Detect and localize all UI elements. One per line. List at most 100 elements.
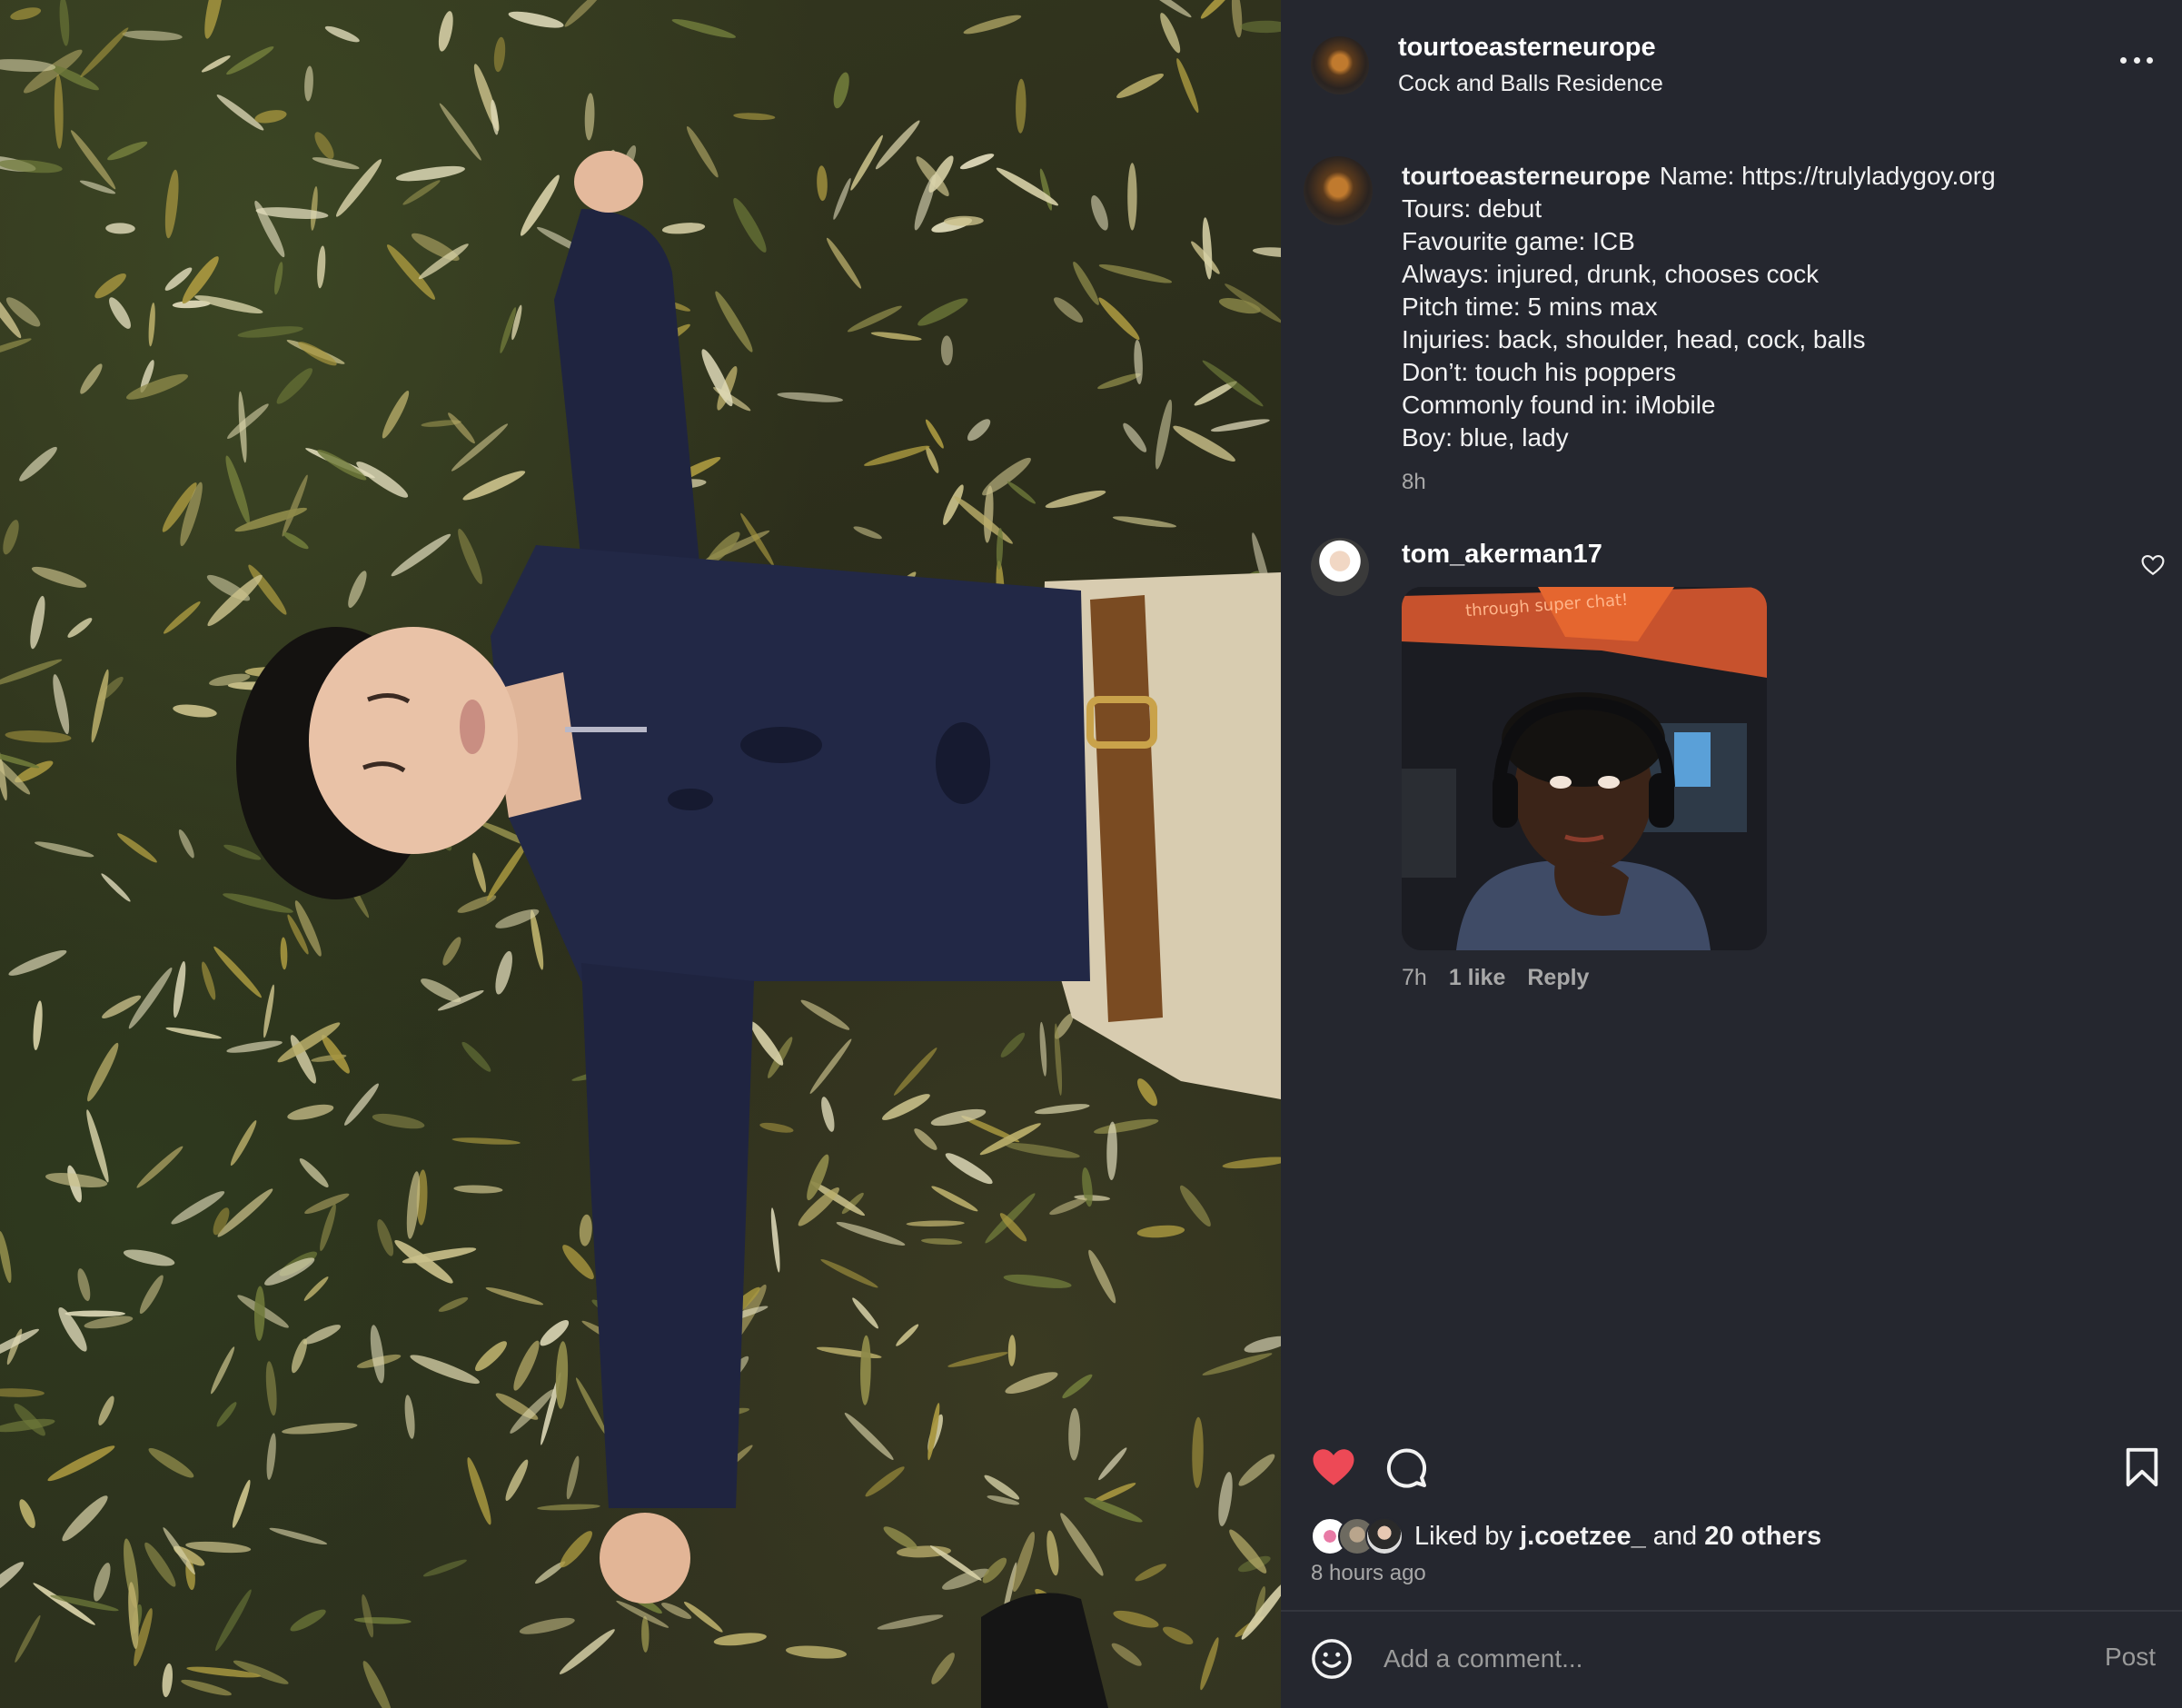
leaf	[513, 1340, 540, 1391]
comment-icon[interactable]	[1384, 1445, 1428, 1489]
leaf	[1068, 1407, 1081, 1461]
bookmark-icon[interactable]	[2124, 1446, 2160, 1488]
caption-line: Don’t: touch his poppers	[1402, 358, 1676, 386]
emoji-icon[interactable]	[1311, 1638, 1353, 1680]
leaf	[798, 1187, 839, 1226]
caption-timestamp: 8h	[1402, 470, 1426, 494]
comment-timestamp: 7h	[1402, 965, 1427, 990]
liked-by-user[interactable]: j.coetzee_	[1520, 1522, 1646, 1551]
leaf	[0, 1231, 12, 1284]
leaf	[1144, 0, 1192, 18]
leaf	[98, 1395, 114, 1425]
leaf	[1112, 516, 1176, 528]
post-timestamp: 8 hours ago	[1311, 1561, 1426, 1585]
leaf	[274, 262, 283, 295]
leaf	[1192, 1416, 1204, 1488]
leaf	[0, 1562, 25, 1601]
leaf	[226, 1040, 283, 1053]
leaf	[237, 326, 303, 338]
leaf	[1062, 1374, 1093, 1399]
author-avatar[interactable]	[1311, 36, 1369, 94]
post-caption: tourtoeasterneurope Name: https://trulyla…	[1402, 160, 2147, 454]
caption-avatar[interactable]	[1304, 156, 1373, 225]
leaf	[1202, 1353, 1273, 1375]
leaf	[404, 1395, 415, 1439]
leaf	[438, 1296, 469, 1312]
commenter-username[interactable]: tom_akerman17	[1402, 540, 1602, 570]
liked-by-prefix: Liked by	[1414, 1521, 1513, 1551]
post-comment-button[interactable]: Post	[2105, 1643, 2156, 1672]
heart-icon[interactable]	[1311, 1446, 1356, 1488]
leaf	[411, 233, 460, 262]
leaf	[1016, 78, 1027, 134]
leaf	[467, 1456, 491, 1525]
comment-gif[interactable]: through super chat!	[1402, 587, 1767, 950]
caption-line: Name: https://trulyladygoy.org	[1659, 162, 1996, 190]
caption-line: Boy: blue, lady	[1402, 423, 1569, 452]
leaf	[173, 960, 186, 1018]
leaf	[204, 0, 224, 39]
comment-likes-link[interactable]: 1 like	[1449, 965, 1506, 991]
post-photo[interactable]	[0, 0, 1281, 1708]
person-figure	[236, 151, 1281, 1708]
leaf	[19, 1499, 35, 1528]
leaf	[770, 1207, 780, 1273]
leaf	[453, 1185, 503, 1194]
leaf	[162, 1663, 174, 1698]
leaf	[713, 1633, 767, 1646]
leaf	[759, 1122, 794, 1133]
leaf	[1098, 1447, 1127, 1481]
gif-illustration	[1402, 587, 1767, 950]
post-location[interactable]: Cock and Balls Residence	[1398, 71, 1663, 97]
more-options-icon[interactable]	[2120, 55, 2153, 65]
leaf	[1088, 1249, 1116, 1304]
leaf	[1137, 1078, 1157, 1107]
leaf	[287, 1104, 334, 1120]
leaf	[35, 841, 94, 858]
leaf	[164, 169, 179, 239]
leaf	[1005, 1143, 1080, 1158]
leaf	[944, 215, 984, 226]
leaf	[959, 154, 995, 170]
leaf	[865, 1466, 905, 1497]
leaf	[86, 1109, 109, 1183]
leaf	[94, 1563, 111, 1602]
liker-avatar[interactable]	[1365, 1517, 1403, 1555]
author-username[interactable]: tourtoeasterneurope	[1398, 33, 1656, 63]
leaf	[173, 704, 217, 718]
leaf	[505, 1459, 529, 1501]
leaf	[883, 1526, 917, 1550]
leaf	[1039, 168, 1052, 211]
leaf	[820, 1258, 878, 1288]
leaf	[777, 392, 843, 402]
leaf	[1123, 422, 1147, 452]
comment-input[interactable]	[1384, 1639, 2019, 1679]
leaf	[1218, 298, 1261, 314]
leaf	[954, 496, 1013, 544]
leaf	[282, 474, 308, 537]
leaf	[833, 177, 851, 220]
reply-button[interactable]: Reply	[1527, 965, 1589, 991]
leaf	[125, 373, 189, 400]
leaf	[265, 1361, 277, 1416]
leaf	[276, 368, 313, 404]
leaf	[661, 223, 706, 234]
leaf	[1094, 1118, 1159, 1134]
leaf	[165, 1027, 222, 1039]
liked-by-others[interactable]: 20 others	[1704, 1522, 1821, 1551]
commenter-avatar[interactable]	[1311, 538, 1369, 596]
leaf	[216, 94, 264, 131]
leaf	[917, 298, 968, 326]
leaf	[1127, 163, 1137, 231]
leaf	[201, 961, 216, 1000]
leaf	[314, 132, 334, 159]
leaf	[213, 946, 262, 998]
leaf	[54, 74, 64, 149]
heart-icon[interactable]	[2141, 554, 2165, 576]
caption-username[interactable]: tourtoeasterneurope	[1402, 162, 1651, 190]
leaf	[211, 1346, 235, 1395]
leaf	[485, 1287, 544, 1306]
photo-illustration	[0, 0, 1281, 1708]
likes-summary: Liked by j.coetzee_ and 20 others	[1311, 1517, 1821, 1555]
leaf	[283, 531, 309, 550]
